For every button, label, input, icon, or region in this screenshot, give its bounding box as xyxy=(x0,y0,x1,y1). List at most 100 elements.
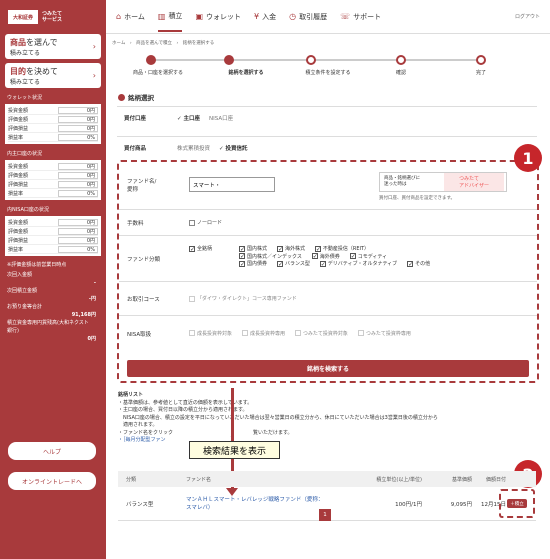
chart-icon: ▥ xyxy=(157,11,166,21)
nisa-checkbox[interactable]: つみたて投資枠対象 xyxy=(294,330,348,337)
step-dot xyxy=(306,55,316,65)
nav-support[interactable]: ☏ サポート xyxy=(340,12,381,22)
nisa-checkbox[interactable]: 成長投資枠専用 xyxy=(241,330,285,337)
checkbox-icon xyxy=(189,330,195,337)
buy-highlight: ＋積立 xyxy=(499,489,535,518)
chevron-right-icon: › xyxy=(92,71,96,80)
product-rest: を選んで xyxy=(26,38,58,47)
class-options: 国内株式 海外株式 不動産投信（REIT） 国内株式／インデックス 海外債券 コ… xyxy=(239,245,499,268)
chevron-right-icon: › xyxy=(92,42,96,51)
class-checkbox[interactable]: デリバティブ・オルタナティブ xyxy=(319,260,398,267)
step-label: 商品・口座を選択する xyxy=(132,70,184,76)
goal-sub: 積み立てる xyxy=(10,79,41,86)
class-checkbox[interactable]: 不動産投信（REIT） xyxy=(314,245,370,252)
class-label: ファンド分類 xyxy=(127,256,161,263)
help-button[interactable]: ヘルプ xyxy=(8,442,96,460)
class-checkbox[interactable]: 海外債券 xyxy=(311,253,340,260)
valuation-note: ※評価金額は前営業日時点 xyxy=(7,262,67,268)
fund-list-notes: 銘柄リスト ・基準価額は、参考値として直近の価額を表示しています。 ・主口座の場… xyxy=(118,392,528,445)
class-checkbox[interactable]: 海外株式 xyxy=(276,245,305,252)
wallet-icon: ▣ xyxy=(195,12,203,21)
search-button[interactable]: 銘柄を検索する xyxy=(127,360,529,377)
row-label: 損益率 xyxy=(8,134,24,141)
sidebar: 大和証券 つみたて サービス 商品を選んで 積み立てる › 目的を決めて 積み立… xyxy=(0,0,106,559)
advisor-note: 買付口座、買付商品を設定できます。 xyxy=(379,196,456,201)
note-line: ・基準価額は、参考値として直近の価額を表示しています。 xyxy=(118,399,253,406)
nav-home[interactable]: ⌂ ホーム xyxy=(116,12,145,22)
select-product-button[interactable]: 商品を選んで 積み立てる › xyxy=(5,34,101,59)
search-form: ファンド名/ 愛称 商品・銘柄選びに 迷った時は つみたて アドバイザー 買付口… xyxy=(117,160,539,383)
nisa-label: NISA取扱 xyxy=(127,332,152,338)
nisa-checkbox[interactable]: 成長投資枠対象 xyxy=(189,330,232,337)
nav-accumulate[interactable]: ▥ 積立 xyxy=(157,11,183,32)
nav-history[interactable]: ◷ 取引履歴 xyxy=(289,12,327,22)
accumulate-button[interactable]: ＋積立 xyxy=(507,499,527,508)
class-checkbox[interactable]: 国内債券 xyxy=(239,260,267,267)
advisor-banner[interactable]: 商品・銘柄選びに 迷った時は つみたて アドバイザー xyxy=(379,172,507,192)
step-label: 銘柄を選択する xyxy=(228,70,264,76)
show-results-callout: 検索結果を表示 xyxy=(189,441,280,459)
fee-row: 手数料 ノーロード xyxy=(119,210,537,236)
row-unit: 100円/1円 xyxy=(395,501,422,508)
online-trade-button[interactable]: オンライントレードへ xyxy=(8,472,96,490)
row-value: 0円 xyxy=(58,162,98,170)
page-1[interactable]: 1 xyxy=(319,509,331,521)
row-label: 損益率 xyxy=(8,246,24,253)
checkbox-icon xyxy=(241,330,248,337)
product-sub: 積み立てる xyxy=(10,50,41,57)
total-value: 91,168円 xyxy=(71,312,96,318)
class-checkbox[interactable]: 国内株式／インデックス xyxy=(239,253,302,260)
brand-logo[interactable]: 大和証券 つみたて サービス xyxy=(0,0,106,34)
yen-balance: 積立資金専用円貨残高(大和ネクスト銀行) 0円 xyxy=(7,319,106,343)
row-price: 9,095円 xyxy=(450,501,472,508)
note-line: ・［毎月分配型ファン ］ xyxy=(118,437,236,443)
checkbox-icon xyxy=(349,253,356,259)
product-fund-option[interactable]: ✓ 投資信託 xyxy=(219,144,248,152)
logout-link[interactable]: ログアウト xyxy=(515,13,540,20)
checkbox-label: ノーロード xyxy=(197,220,223,226)
service-logo: つみたて サービス xyxy=(42,11,63,23)
next-accumulation: 次回積立金額 -円 xyxy=(7,287,106,303)
checkbox-label: バランス型 xyxy=(284,261,310,267)
nisa-options: 成長投資枠対象 成長投資枠専用 つみたて投資枠対象 つみたて投資枠専用 xyxy=(189,330,419,339)
class-checkbox[interactable]: バランス型 xyxy=(276,260,310,267)
checkbox-icon xyxy=(357,330,364,337)
checkbox-icon xyxy=(314,245,321,252)
course-checkbox[interactable]: 「ダイワ・ダイレクト」コース専用ファンド xyxy=(189,295,297,302)
checkbox-label: デリバティブ・オルタナティブ xyxy=(327,261,398,267)
account-main-option[interactable]: ✓ 主口座 xyxy=(177,114,200,122)
checkbox-icon xyxy=(189,219,195,226)
row-label: 評価金額 xyxy=(8,228,29,235)
clock-icon: ◷ xyxy=(289,12,297,21)
nisa-checkbox[interactable]: つみたて投資枠専用 xyxy=(357,330,411,337)
row-label: 投資金額 xyxy=(8,163,29,170)
wallet-status-title: ウォレット状況 xyxy=(7,95,43,101)
class-checkbox[interactable]: 国内株式 xyxy=(239,245,267,252)
checkbox-icon xyxy=(294,330,301,337)
col-fund: ファンド名 xyxy=(186,476,212,483)
wallet-status-box: 投資金額 0円 評価金額 0円 評価損益 0円 損益率 0% xyxy=(5,104,101,144)
checkbox-label: コモディティ xyxy=(357,253,388,260)
class-checkbox[interactable]: コモディティ xyxy=(349,253,388,260)
row-category: バランス型 xyxy=(126,501,154,508)
product-stock-option[interactable]: 株式累積投資 xyxy=(177,144,210,152)
col-unit: 積立単位(以上/単位) xyxy=(376,476,422,483)
section-title-text: 銘柄選択 xyxy=(128,94,154,102)
checkbox-label: 成長投資枠専用 xyxy=(249,330,285,337)
checkbox-label: 海外債券 xyxy=(319,253,340,260)
select-goal-button[interactable]: 目的を決めて 積み立てる › xyxy=(5,63,101,88)
class-all-checkbox[interactable]: 全銘柄 xyxy=(189,245,212,252)
fund-name-input[interactable] xyxy=(189,177,275,192)
nav-deposit[interactable]: ¥ 入金 xyxy=(254,12,276,22)
total-label: 次回入金額 xyxy=(7,272,33,278)
nav-wallet[interactable]: ▣ ウォレット xyxy=(195,12,241,22)
account-nisa-option[interactable]: NISA口座 xyxy=(209,114,233,122)
home-icon: ⌂ xyxy=(116,12,122,21)
class-checkbox[interactable]: その他 xyxy=(407,260,430,267)
progress-steps: 商品・口座を選択する 銘柄を選択する 積立条件を設定する 確認 完了 xyxy=(133,55,490,81)
row-value: 0円 xyxy=(58,236,98,244)
fund-link[interactable]: マンＡＨＬスマート・レバレッジ戦略ファンド（愛称：スマレバ） xyxy=(186,496,334,512)
row-value: 0円 xyxy=(58,115,98,123)
checkbox-label: 不動産投信（REIT） xyxy=(322,246,370,252)
no-load-checkbox[interactable]: ノーロード xyxy=(189,219,222,226)
